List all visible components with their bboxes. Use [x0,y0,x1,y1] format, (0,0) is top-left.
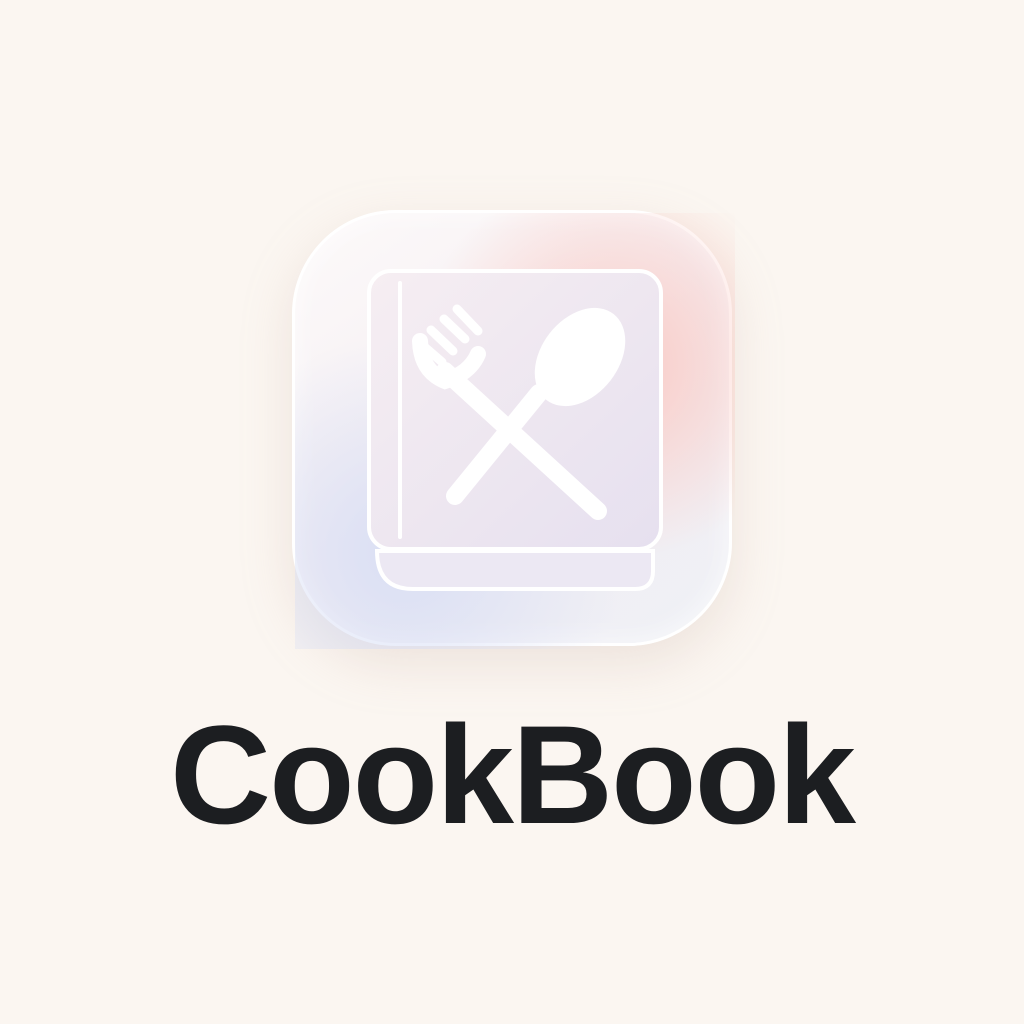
book-pages [374,549,655,591]
app-title: CookBook [170,696,856,853]
app-icon-tile [292,210,735,649]
cookbook-icon [295,213,735,649]
